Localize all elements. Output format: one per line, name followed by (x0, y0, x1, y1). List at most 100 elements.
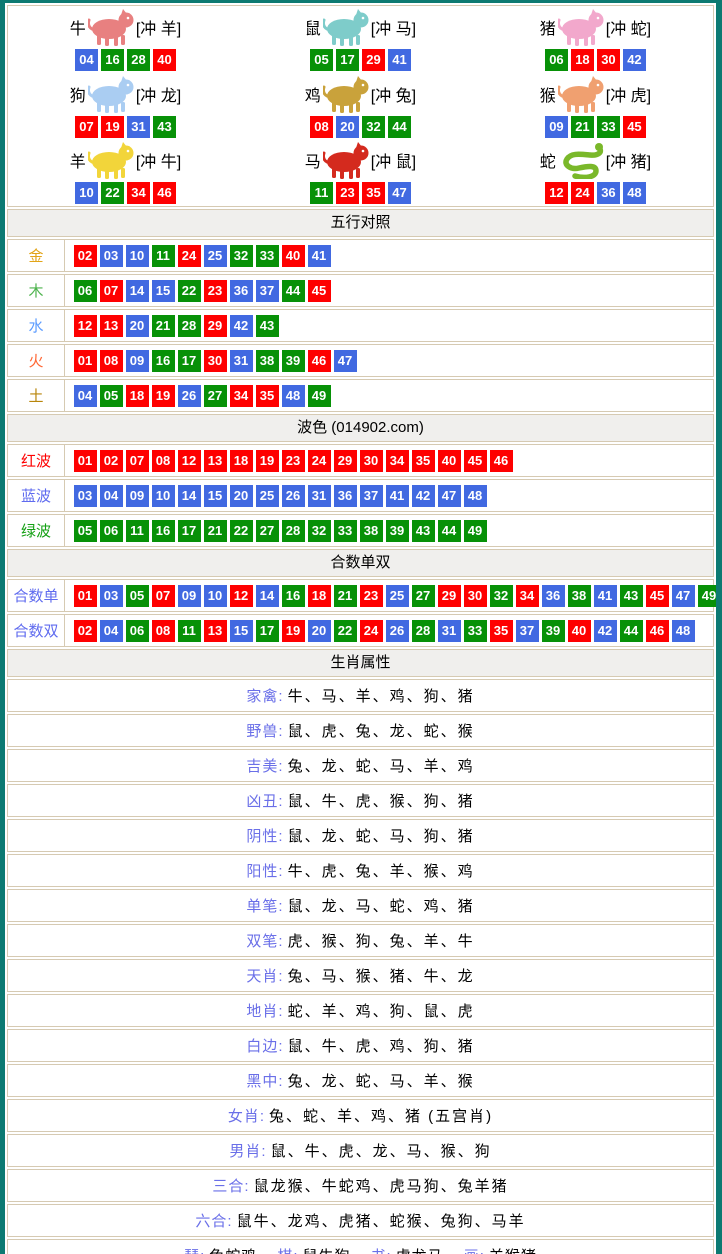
number-ball: 45 (646, 585, 669, 607)
number-ball: 32 (362, 116, 385, 138)
zodiac-cell-羊: 羊[冲 牛]10223446 (8, 139, 243, 205)
attribute-value: 蛇、羊、鸡、狗、鼠、虎 (288, 1000, 475, 1021)
number-ball: 03 (74, 485, 97, 507)
attribute-value: 兔、蛇、羊、鸡、猪 (五宫肖) (269, 1105, 493, 1126)
zodiac-name: 马 (305, 148, 321, 172)
number-ball: 10 (204, 585, 227, 607)
number-ball: 26 (386, 620, 409, 642)
number-ball: 04 (75, 49, 98, 71)
number-ball: 18 (126, 385, 149, 407)
parity-row-合数双: 合数双0204060811131517192022242628313335373… (7, 614, 714, 647)
number-ball: 42 (623, 49, 646, 71)
clash-label: [冲 牛] (136, 148, 181, 172)
zodiac-name: 鸡 (305, 82, 321, 106)
number-ball: 04 (100, 620, 123, 642)
attribute-label: 阳性: (246, 860, 283, 881)
number-ball: 17 (256, 620, 279, 642)
number-ball: 20 (230, 485, 253, 507)
row-label: 合数双 (8, 615, 65, 646)
number-ball: 06 (126, 620, 149, 642)
attribute-label: 黑中: (246, 1070, 283, 1091)
number-ball: 42 (594, 620, 617, 642)
number-ball: 44 (438, 520, 461, 542)
attribute-row-双笔: 双笔:虎、猴、狗、兔、羊、牛 (7, 924, 714, 957)
number-ball: 29 (362, 49, 385, 71)
number-ball: 29 (204, 315, 227, 337)
row-numbers: 0102070812131819232429303435404546 (65, 450, 514, 472)
number-ball: 38 (360, 520, 383, 542)
row-label: 土 (8, 380, 65, 411)
number-ball: 15 (230, 620, 253, 642)
number-ball: 39 (542, 620, 565, 642)
number-ball: 16 (101, 49, 124, 71)
number-ball: 43 (620, 585, 643, 607)
number-ball: 40 (568, 620, 591, 642)
zodiac-numbers: 09213345 (543, 116, 647, 138)
number-ball: 10 (152, 485, 175, 507)
five-elements-header: 五行对照 (7, 209, 714, 237)
attribute-label: 家禽: (246, 685, 283, 706)
number-ball: 29 (334, 450, 357, 472)
number-ball: 05 (100, 385, 123, 407)
number-ball: 11 (178, 620, 201, 642)
row-numbers: 0204060811131517192022242628313335373940… (65, 620, 696, 642)
number-ball: 25 (386, 585, 409, 607)
zodiac-cell-猪: 猪[冲 蛇]06183042 (478, 6, 713, 72)
attribute-value: 鼠龙猴、牛蛇鸡、虎马狗、兔羊猪 (254, 1175, 509, 1196)
number-ball: 31 (308, 485, 331, 507)
row-label: 红波 (8, 445, 65, 476)
number-ball: 21 (571, 116, 594, 138)
number-ball: 44 (388, 116, 411, 138)
zodiac-cell-鼠: 鼠[冲 马]05172941 (243, 6, 478, 72)
number-ball: 20 (126, 315, 149, 337)
number-ball: 45 (308, 280, 331, 302)
arts-value: 兔蛇鸡 (209, 1248, 257, 1254)
clash-label: [冲 羊] (136, 15, 181, 39)
clash-label: [冲 马] (371, 15, 416, 39)
number-ball: 43 (412, 520, 435, 542)
zodiac-attributes-header: 生肖属性 (7, 649, 714, 677)
number-ball: 16 (152, 350, 175, 372)
number-ball: 01 (74, 450, 97, 472)
number-ball: 27 (204, 385, 227, 407)
number-ball: 13 (204, 450, 227, 472)
number-ball: 16 (282, 585, 305, 607)
number-ball: 06 (545, 49, 568, 71)
number-ball: 28 (282, 520, 305, 542)
number-ball: 10 (75, 182, 98, 204)
number-ball: 30 (360, 450, 383, 472)
number-ball: 33 (464, 620, 487, 642)
wave-row-蓝波: 蓝波03040910141520252631363741424748 (7, 479, 714, 512)
number-ball: 19 (101, 116, 124, 138)
zodiac-cell-鸡: 鸡[冲 兔]08203244 (243, 73, 478, 139)
attribute-row-地肖: 地肖:蛇、羊、鸡、狗、鼠、虎 (7, 994, 714, 1027)
element-row-木: 木06071415222336374445 (7, 274, 714, 307)
number-ball: 44 (282, 280, 305, 302)
number-ball: 05 (74, 520, 97, 542)
attribute-row-阴性: 阴性:鼠、龙、蛇、马、狗、猪 (7, 819, 714, 852)
attribute-value: 兔、龙、蛇、马、羊、猴 (288, 1070, 475, 1091)
zodiac-name: 羊 (70, 148, 86, 172)
number-ball: 12 (230, 585, 253, 607)
number-ball: 34 (230, 385, 253, 407)
zodiac-numbers: 07193143 (73, 116, 177, 138)
number-ball: 39 (282, 350, 305, 372)
zodiac-name: 猪 (540, 15, 556, 39)
zodiac-name: 狗 (70, 82, 86, 106)
rooster-icon (323, 75, 369, 113)
number-ball: 14 (126, 280, 149, 302)
arts-label: 书: (371, 1248, 392, 1254)
number-ball: 38 (568, 585, 591, 607)
number-ball: 26 (178, 385, 201, 407)
attribute-value: 鼠、牛、虎、鸡、狗、猪 (288, 1035, 475, 1056)
number-ball: 08 (152, 450, 175, 472)
number-ball: 23 (336, 182, 359, 204)
attribute-row-单笔: 单笔:鼠、龙、马、蛇、鸡、猪 (7, 889, 714, 922)
number-ball: 30 (597, 49, 620, 71)
row-numbers: 04051819262734354849 (65, 385, 332, 407)
number-ball: 26 (282, 485, 305, 507)
number-ball: 22 (230, 520, 253, 542)
clash-label: [冲 虎] (606, 82, 651, 106)
attribute-label: 地肖: (246, 1000, 283, 1021)
number-ball: 03 (100, 245, 123, 267)
